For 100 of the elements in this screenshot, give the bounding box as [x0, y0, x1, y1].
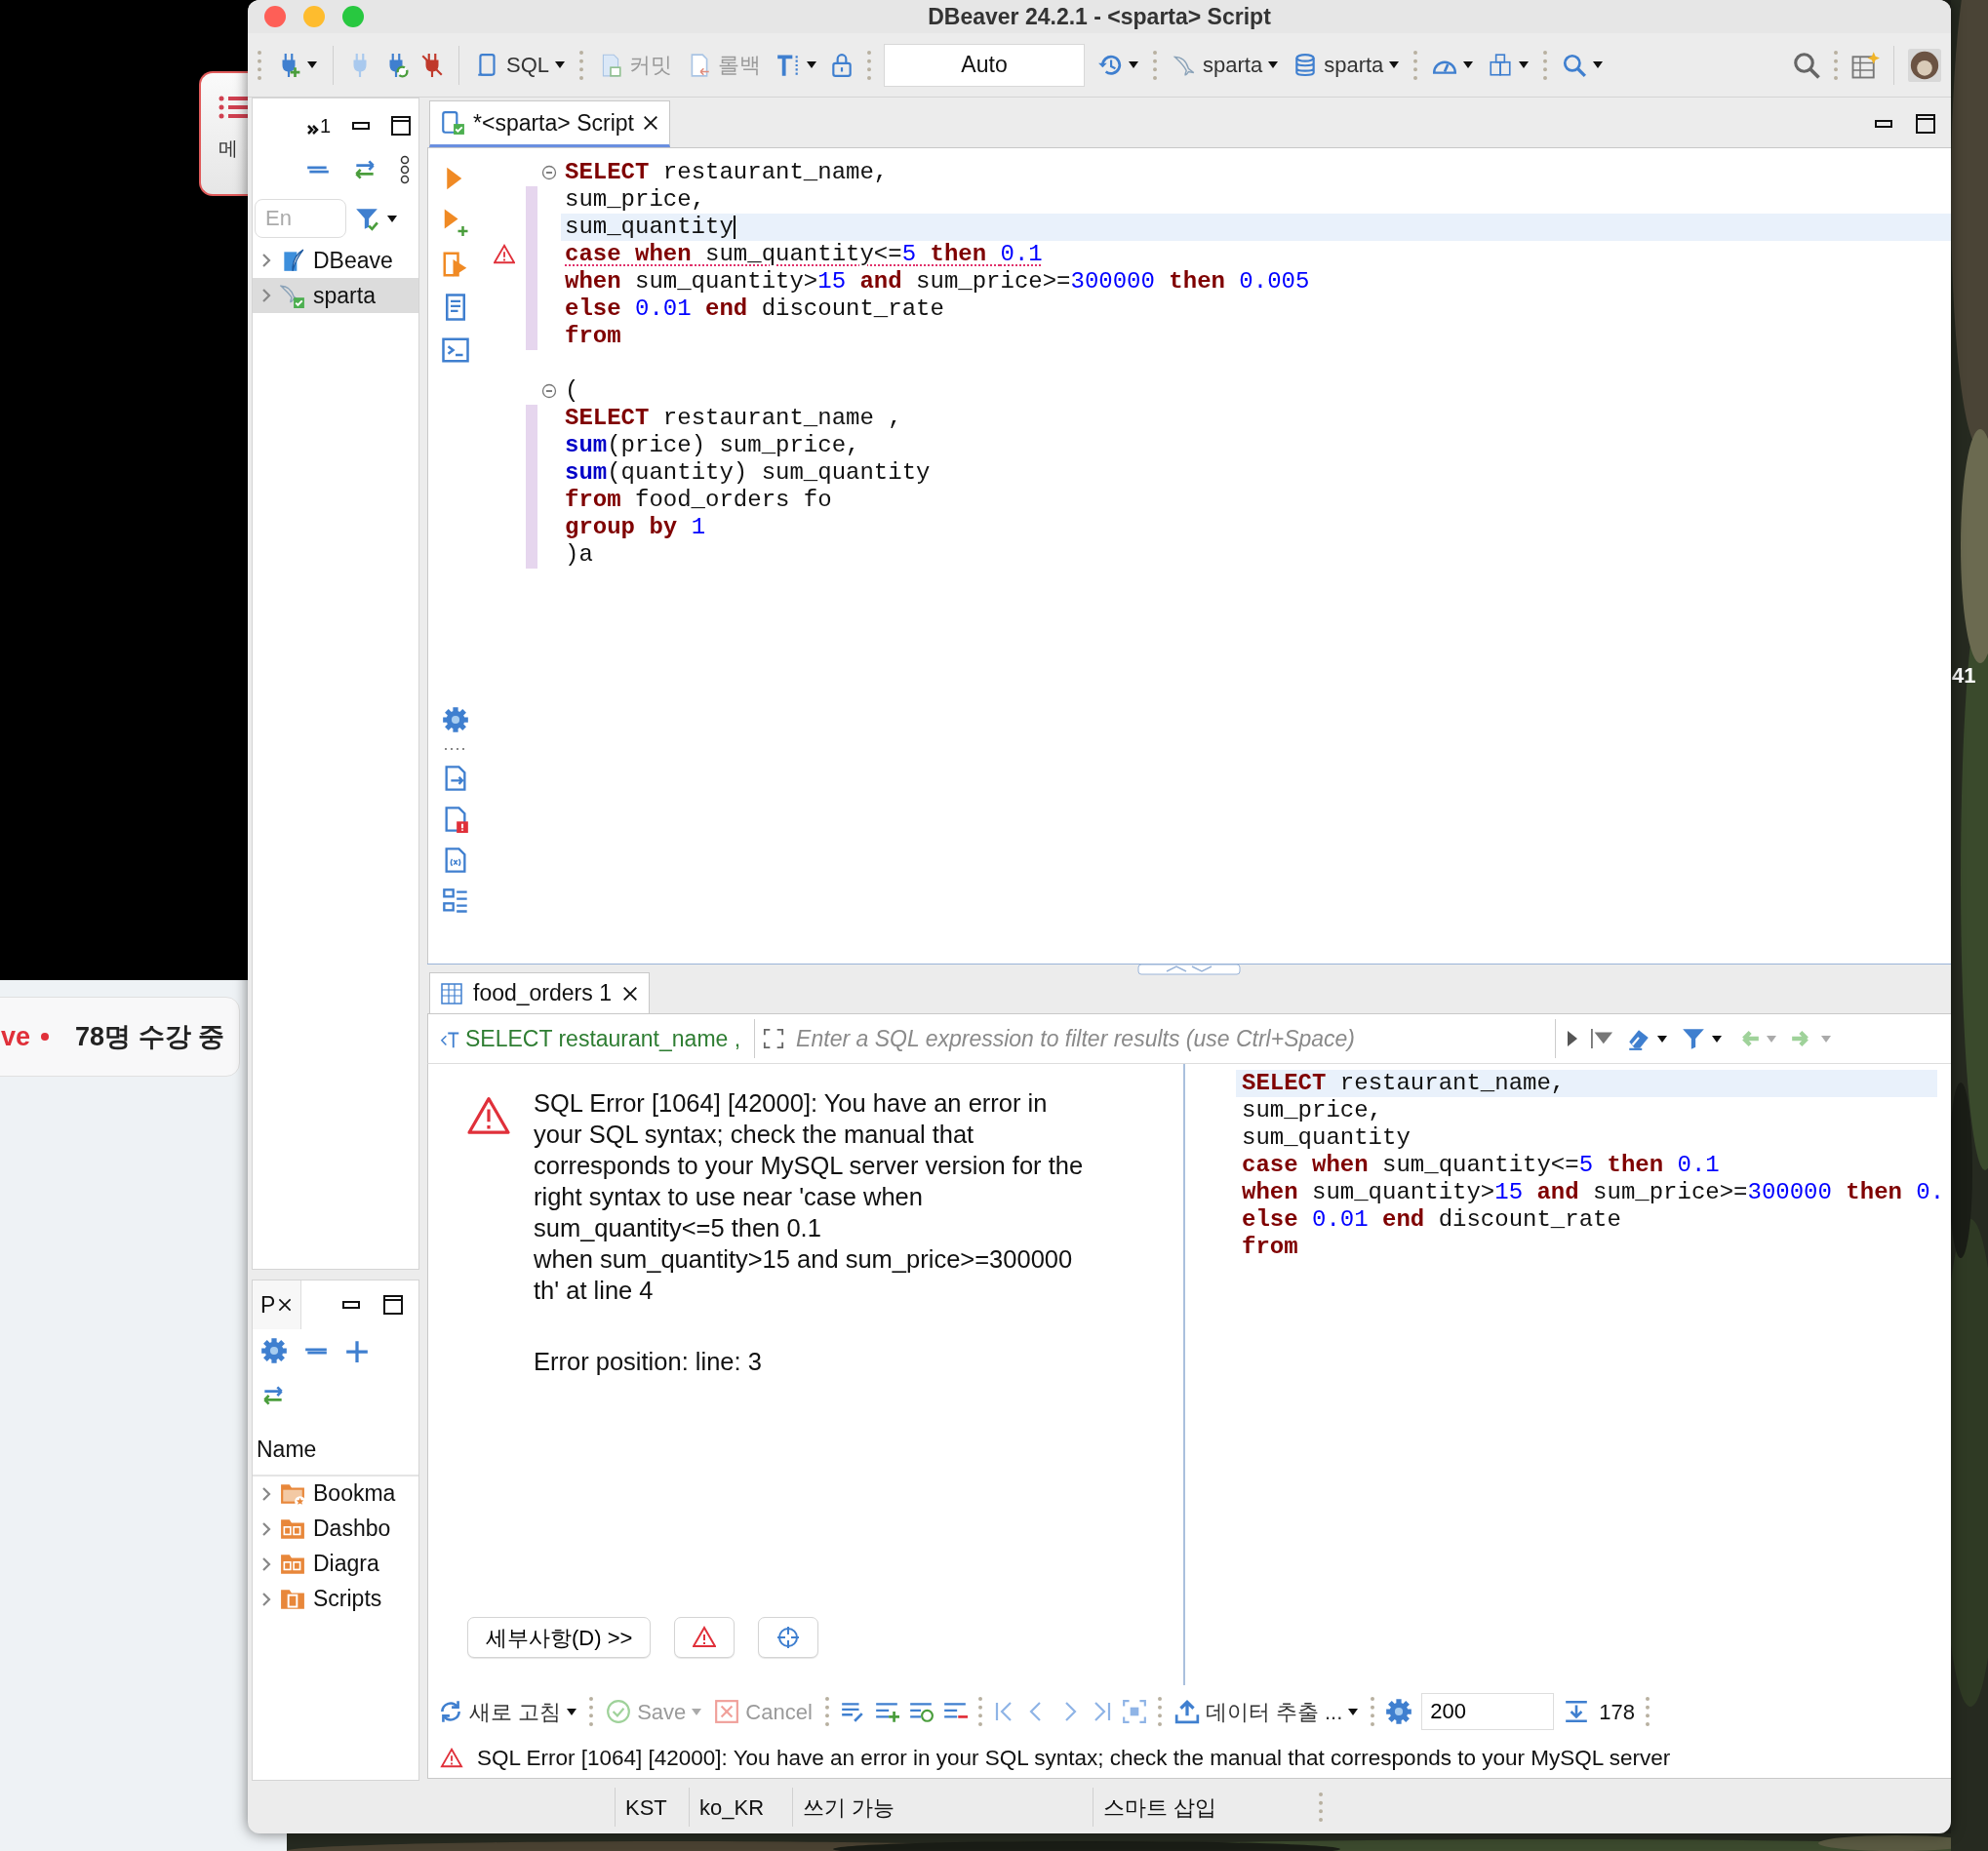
- fetch-size-field[interactable]: 200: [1421, 1693, 1555, 1730]
- code-line: SELECT restaurant_name ,: [564, 405, 903, 432]
- expand-chevron-icon[interactable]: [260, 1591, 272, 1607]
- status-cell: 스마트 삽입: [1093, 1788, 1317, 1827]
- script-icon: [440, 110, 465, 136]
- expand-chevron-icon[interactable]: [260, 288, 272, 303]
- tree-item[interactable]: Dashbo: [253, 1511, 418, 1547]
- code-line: from: [1241, 1234, 1299, 1261]
- warning-icon[interactable]: [494, 244, 515, 265]
- live-label: ve: [1, 1020, 31, 1053]
- code-line: case when sum_quantity<=5 then 0.1: [564, 241, 1044, 268]
- filter-icon[interactable]: [354, 206, 379, 231]
- sql-editor-button[interactable]: SQL: [473, 49, 568, 81]
- minimize-icon[interactable]: [1875, 120, 1892, 128]
- target-icon: [776, 1626, 801, 1649]
- more-icon[interactable]: [399, 155, 411, 184]
- fold-icon[interactable]: [541, 165, 557, 180]
- refresh-button[interactable]: 새로 고침: [436, 1695, 579, 1728]
- close-icon[interactable]: [277, 1297, 294, 1313]
- chevrons-icon[interactable]: [305, 124, 320, 136]
- code-line: from food_orders fo: [564, 487, 833, 514]
- sash-handle-icon[interactable]: [1137, 965, 1241, 975]
- close-light[interactable]: [264, 6, 286, 28]
- tree-item[interactable]: sparta: [253, 278, 418, 313]
- expand-icon[interactable]: [763, 1028, 785, 1049]
- maximize-icon[interactable]: [383, 1295, 403, 1315]
- error-position: Error position: line: 3: [534, 1347, 763, 1377]
- caret-icon: [1657, 1035, 1668, 1043]
- search-icon: [1562, 52, 1588, 78]
- outline-icon[interactable]: [442, 887, 469, 915]
- status-cell: 쓰기 가능: [792, 1788, 1093, 1827]
- funnel-icon: [1681, 1026, 1707, 1051]
- search-icon[interactable]: [1792, 50, 1821, 80]
- caret-icon: [692, 1708, 702, 1715]
- target-button[interactable]: [758, 1617, 819, 1658]
- query-button[interactable]: SELECT restaurant_name ,: [436, 1021, 745, 1056]
- expand-chevron-icon[interactable]: [260, 1485, 272, 1502]
- close-icon[interactable]: [641, 114, 659, 132]
- column-header[interactable]: Name: [253, 1419, 418, 1477]
- avatar-icon[interactable]: [1908, 48, 1941, 82]
- expand-chevron-icon[interactable]: [260, 253, 272, 268]
- transaction-mode-field[interactable]: Auto: [884, 43, 1086, 87]
- warning-button[interactable]: [674, 1617, 736, 1658]
- export-button[interactable]: 데이터 추출 ...: [1172, 1695, 1361, 1728]
- caret-icon: [1129, 61, 1139, 68]
- editor-tab[interactable]: *<sparta> Script: [429, 100, 670, 147]
- caret-icon: [1348, 1708, 1359, 1715]
- caret-icon: [1821, 1035, 1832, 1043]
- caret-icon: [1712, 1035, 1723, 1043]
- settings-icon[interactable]: [1385, 1698, 1413, 1725]
- plus-icon[interactable]: [344, 1338, 370, 1363]
- fetch-icon[interactable]: [1121, 1699, 1147, 1724]
- tree-item[interactable]: Diagra: [253, 1546, 418, 1582]
- close-icon[interactable]: [620, 984, 639, 1003]
- settings-icon[interactable]: [442, 706, 469, 733]
- code-line: )a: [564, 541, 594, 569]
- code-line: when sum_quantity>15 and sum_price>=300000 then 0.005: [564, 268, 1311, 295]
- tree-item[interactable]: Bookma: [253, 1476, 418, 1512]
- maximize-icon[interactable]: [1916, 114, 1935, 134]
- caret-icon: [1268, 61, 1279, 68]
- marker-bar: [526, 186, 537, 214]
- code-line: sum_price,: [564, 186, 707, 214]
- caret-icon: [555, 61, 566, 68]
- fold-icon[interactable]: [541, 383, 557, 399]
- settings-icon[interactable]: [260, 1337, 288, 1364]
- upload-icon: [1173, 1699, 1200, 1724]
- dots-icon[interactable]: [445, 747, 466, 751]
- cancel-icon: [714, 1699, 740, 1724]
- code-line: else 0.01 end discount_rate: [564, 295, 945, 323]
- warning-icon: [440, 1747, 463, 1769]
- code-line: when sum_quantity>15 and sum_price>=300000 then 0.: [1241, 1179, 1937, 1206]
- hidden-views-count[interactable]: 1: [319, 116, 331, 136]
- code-line: else 0.01 end discount_rate: [1241, 1206, 1622, 1234]
- table-add-icon[interactable]: [1850, 50, 1880, 80]
- caret-icon: [1389, 61, 1400, 68]
- maximize-icon[interactable]: [391, 116, 411, 136]
- database-button[interactable]: sparta: [1291, 49, 1402, 81]
- terminal-icon[interactable]: [441, 335, 470, 365]
- expand-chevron-icon[interactable]: [260, 1520, 272, 1537]
- code-line: sum_quantity: [1241, 1124, 1411, 1152]
- results-tab[interactable]: food_orders 1: [429, 972, 650, 1013]
- plug-disconnect-icon[interactable]: [419, 52, 445, 78]
- caret-icon: [1463, 61, 1474, 68]
- code-line: sum(quantity) sum_quantity: [564, 459, 932, 487]
- list-icon: [219, 95, 248, 120]
- expand-chevron-icon[interactable]: [260, 1556, 272, 1572]
- caret-icon[interactable]: [387, 215, 397, 222]
- tree-item[interactable]: Scripts: [253, 1581, 418, 1617]
- tree-item[interactable]: DBeave: [253, 243, 418, 278]
- menu-card[interactable]: 메: [199, 71, 248, 196]
- status-dot: [40, 1032, 51, 1042]
- caret-icon: [1519, 61, 1530, 68]
- projects-tab[interactable]: P: [253, 1280, 302, 1329]
- filter-field[interactable]: En: [255, 199, 346, 238]
- status-cell: ko_KR: [689, 1788, 792, 1827]
- filter-field[interactable]: Enter a SQL expression to filter results (use Ctrl+Space): [754, 1019, 1557, 1058]
- minimize-icon[interactable]: [342, 1301, 360, 1309]
- datasource-button[interactable]: sparta: [1170, 49, 1281, 81]
- details-button[interactable]: 세부사항(D) >>: [467, 1617, 652, 1658]
- minimize-icon[interactable]: [352, 122, 370, 130]
